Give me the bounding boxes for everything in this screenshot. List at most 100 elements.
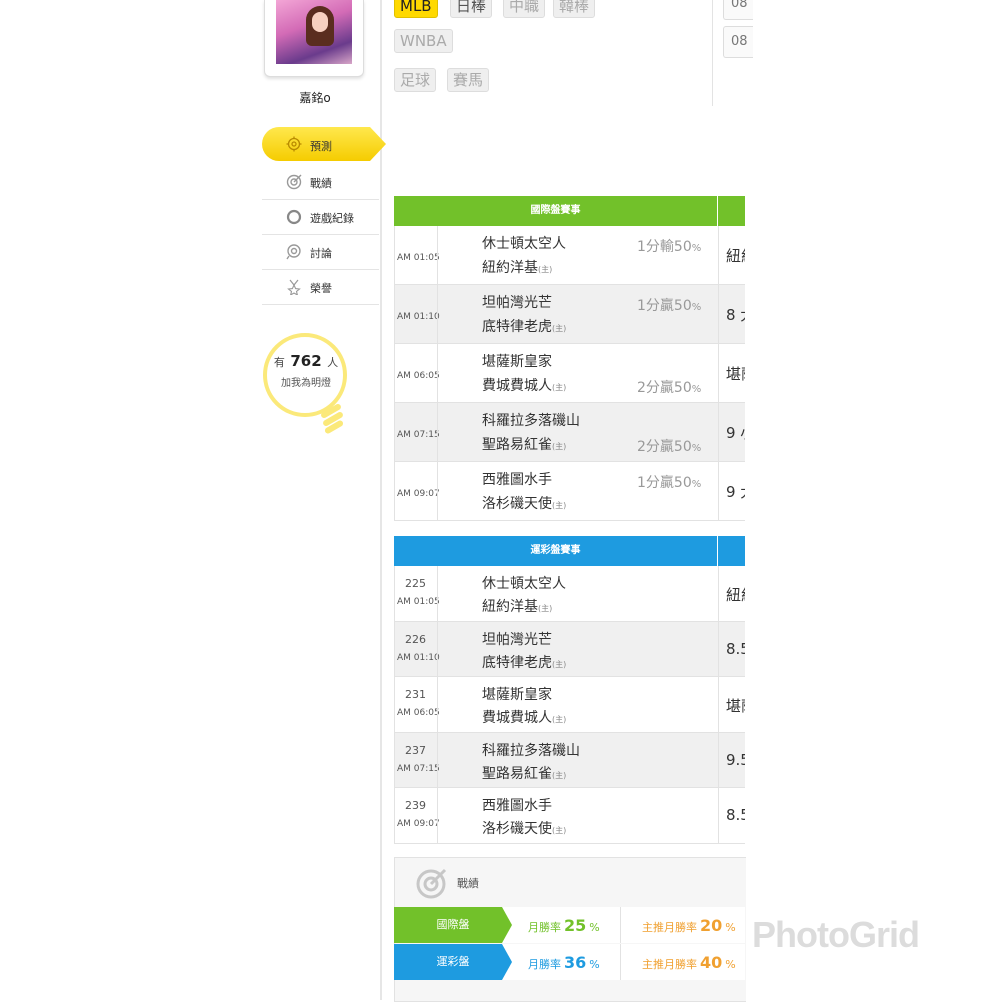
sidebar-item-label: 戰績 <box>310 177 332 190</box>
medal-icon <box>287 279 301 295</box>
game-number: 226 <box>405 632 426 646</box>
watermark: PhotoGrid <box>752 914 920 955</box>
dartboard-icon <box>416 868 447 899</box>
prediction-cell[interactable]: 堪薩 <box>726 695 745 716</box>
sidebar-item-label: 遊戲紀錄 <box>310 212 354 225</box>
top-divider <box>712 0 713 106</box>
sidebar-item-game-log[interactable]: 遊戲紀錄 <box>262 200 379 235</box>
game-time: AM 09:07 <box>397 489 440 499</box>
league-wnba-button[interactable]: WNBA <box>394 29 453 53</box>
league-soccer-button[interactable]: 足球 <box>394 68 437 92</box>
date-select[interactable]: 08 <box>723 26 753 58</box>
featured-win-rate: 主推月勝率 40% <box>642 953 736 972</box>
league-kbo-button[interactable]: 韓棒 <box>553 0 596 18</box>
intl-games-table: 國際盤賽事 AM 01:05休士頓太空人紐約洋基(主)1分輸50%紐約AM 01… <box>394 196 745 521</box>
table-row[interactable]: AM 09:07 西雅圖水手洛杉磯天使(主) 1分贏50% 9 大 <box>394 462 745 521</box>
home-team: 聖路易紅雀(主) <box>482 765 567 782</box>
game-time: AM 09:07 <box>397 819 440 830</box>
home-team: 底特律老虎(主) <box>482 319 567 335</box>
table-row[interactable]: AM 01:05 休士頓太空人紐約洋基(主) 1分輸50% 紐約 <box>394 226 745 285</box>
prediction-cell[interactable]: 8.5 <box>726 806 745 824</box>
away-team: 堪薩斯皇家 <box>482 687 552 704</box>
home-team: 洛杉磯天使(主) <box>482 496 567 512</box>
home-team: 聖路易紅雀(主) <box>482 437 567 453</box>
home-team: 費城費城人(主) <box>482 710 567 727</box>
table-row[interactable]: AM 06:05 堪薩斯皇家費城費城人(主) 2分贏50% 堪薩 <box>394 344 745 403</box>
game-time: AM 06:05 <box>397 708 440 719</box>
game-number: 231 <box>405 688 426 702</box>
handicap-odds: 1分贏50% <box>637 298 702 314</box>
avatar[interactable] <box>276 0 352 64</box>
home-team: 紐約洋基(主) <box>482 599 553 615</box>
league-npb-button[interactable]: 日棒 <box>450 0 493 18</box>
game-number: 237 <box>405 743 426 757</box>
table-row[interactable]: AM 01:10 坦帕灣光芒底特律老虎(主) 1分贏50% 8 大 <box>394 285 745 344</box>
table-header: 運彩盤賽事 <box>394 536 745 566</box>
lightbulb-base-icon <box>321 404 344 434</box>
home-team: 底特律老虎(主) <box>482 654 567 671</box>
sidebar-item-label: 預測 <box>310 140 332 153</box>
away-team: 休士頓太空人 <box>482 576 566 592</box>
table-row[interactable]: 231 AM 06:05 堪薩斯皇家費城費城人(主) 堪薩 <box>394 677 745 733</box>
handicap-odds: 2分贏50% <box>637 439 702 455</box>
away-team: 西雅圖水手 <box>482 472 552 488</box>
table-row[interactable]: 239 AM 09:07 西雅圖水手洛杉磯天使(主) 8.5 <box>394 788 745 844</box>
away-team: 坦帕灣光芒 <box>482 295 552 311</box>
game-time: AM 07:15 <box>397 763 440 774</box>
table-header-title: 國際盤賽事 <box>530 205 581 216</box>
prediction-cell[interactable]: 紐約 <box>726 584 745 605</box>
monthly-win-rate: 月勝率 25% <box>528 916 600 935</box>
game-time: AM 01:10 <box>397 312 440 322</box>
game-time: AM 07:15 <box>397 430 440 440</box>
monthly-win-rate: 月勝率 36% <box>528 953 600 972</box>
chat-search-icon <box>286 244 301 260</box>
away-team: 西雅圖水手 <box>482 798 552 815</box>
prediction-cell[interactable]: 9.5 <box>726 751 745 769</box>
home-team: 費城費城人(主) <box>482 378 567 394</box>
record-row-lottery: 運彩盤 月勝率 36% 主推月勝率 40% <box>394 944 745 980</box>
circle-icon <box>286 209 302 225</box>
table-header: 國際盤賽事 <box>394 196 745 226</box>
handicap-odds: 2分贏50% <box>637 380 702 396</box>
sidebar-item-label: 討論 <box>310 247 332 260</box>
sidebar-item-record[interactable]: 戰績 <box>262 165 379 200</box>
table-row[interactable]: 225 AM 01:05 休士頓太空人紐約洋基(主) 紐約 <box>394 566 745 622</box>
prediction-cell[interactable]: 8 大 <box>726 304 745 325</box>
away-team: 堪薩斯皇家 <box>482 354 552 370</box>
record-title: 戰績 <box>457 877 479 890</box>
featured-win-rate: 主推月勝率 20% <box>642 916 736 935</box>
prediction-cell[interactable]: 堪薩 <box>726 363 745 384</box>
away-team: 休士頓太空人 <box>482 236 566 252</box>
sidebar-item-honor[interactable]: 榮譽 <box>262 270 379 305</box>
home-team: 洛杉磯天使(主) <box>482 821 567 838</box>
home-team: 紐約洋基(主) <box>482 260 553 276</box>
prediction-cell[interactable]: 9 小 <box>726 422 745 443</box>
record-tag: 國際盤 <box>394 907 512 943</box>
fans-count: 有 762 人 <box>273 352 339 370</box>
sidebar-item-predict[interactable]: 預測 <box>262 127 386 161</box>
league-horse-button[interactable]: 賽馬 <box>447 68 490 92</box>
sidebar-item-discuss[interactable]: 討論 <box>262 235 379 270</box>
lottery-games-table: 運彩盤賽事 225 AM 01:05 休士頓太空人紐約洋基(主) 紐約 226 AM 01… <box>394 536 745 844</box>
date-select[interactable]: 08 <box>723 0 753 20</box>
record-row-intl: 國際盤 月勝率 25% 主推月勝率 20% <box>394 907 745 943</box>
table-header-title: 運彩盤賽事 <box>530 545 581 556</box>
prediction-cell[interactable]: 紐約 <box>726 245 745 266</box>
prediction-cell[interactable]: 9 大 <box>726 481 745 502</box>
away-team: 科羅拉多落磯山 <box>482 742 580 759</box>
table-row[interactable]: 226 AM 01:10 坦帕灣光芒底特律老虎(主) 8.5 <box>394 621 745 678</box>
away-team: 科羅拉多落磯山 <box>482 413 580 429</box>
game-time: AM 01:10 <box>397 652 440 663</box>
username: 嘉銘o <box>299 91 331 105</box>
fans-caption: 加我為明燈 <box>281 378 331 389</box>
record-tag: 運彩盤 <box>394 944 512 980</box>
league-cpbl-button[interactable]: 中職 <box>503 0 546 18</box>
sidebar-item-label: 榮譽 <box>310 282 332 295</box>
league-mlb-button[interactable]: MLB <box>394 0 438 18</box>
table-row[interactable]: 237 AM 07:15 科羅拉多落磯山聖路易紅雀(主) 9.5 <box>394 732 745 789</box>
game-number: 239 <box>405 799 426 813</box>
game-time: AM 01:05 <box>397 597 440 607</box>
prediction-cell[interactable]: 8.5 <box>726 640 745 658</box>
table-row[interactable]: AM 07:15 科羅拉多落磯山聖路易紅雀(主) 2分贏50% 9 小 <box>394 403 745 462</box>
game-time: AM 01:05 <box>397 253 440 263</box>
